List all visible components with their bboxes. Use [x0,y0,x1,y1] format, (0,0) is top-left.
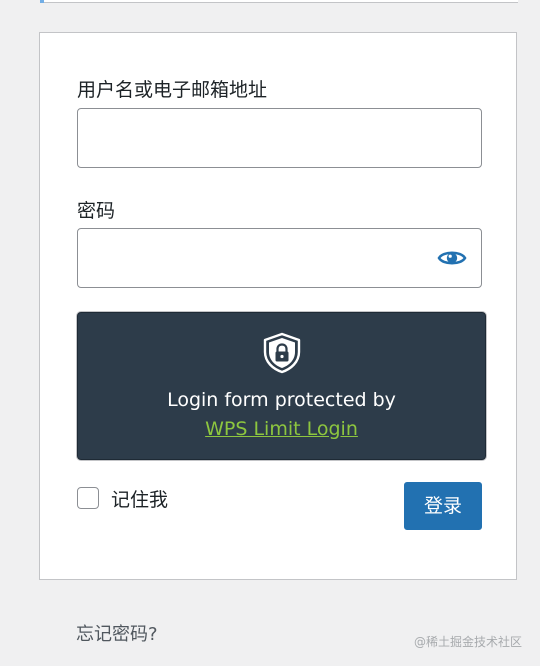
username-field[interactable] [77,108,482,168]
forgot-password-link[interactable]: 忘记密码? [76,620,158,646]
username-label: 用户名或电子邮箱地址 [77,79,268,101]
wps-limit-login-link[interactable]: WPS Limit Login [205,418,358,440]
password-field[interactable] [77,228,482,288]
protection-text: Login form protected by [167,389,396,411]
password-label: 密码 [77,200,116,222]
remember-label: 记住我 [111,488,169,511]
top-strip [40,0,518,3]
remember-me[interactable]: 记住我 [77,484,168,512]
login-page: 用户名或电子邮箱地址 密码 Login form protected by WP… [0,0,540,666]
eye-icon[interactable] [437,245,467,271]
watermark: @稀土掘金技术社区 [413,635,522,649]
shield-lock-icon [260,331,304,375]
top-accent [40,0,44,3]
remember-checkbox[interactable] [77,487,99,509]
protection-notice: Login form protected by WPS Limit Login [77,312,486,460]
login-form: 用户名或电子邮箱地址 密码 Login form protected by WP… [39,32,517,580]
login-button[interactable]: 登录 [404,482,482,530]
